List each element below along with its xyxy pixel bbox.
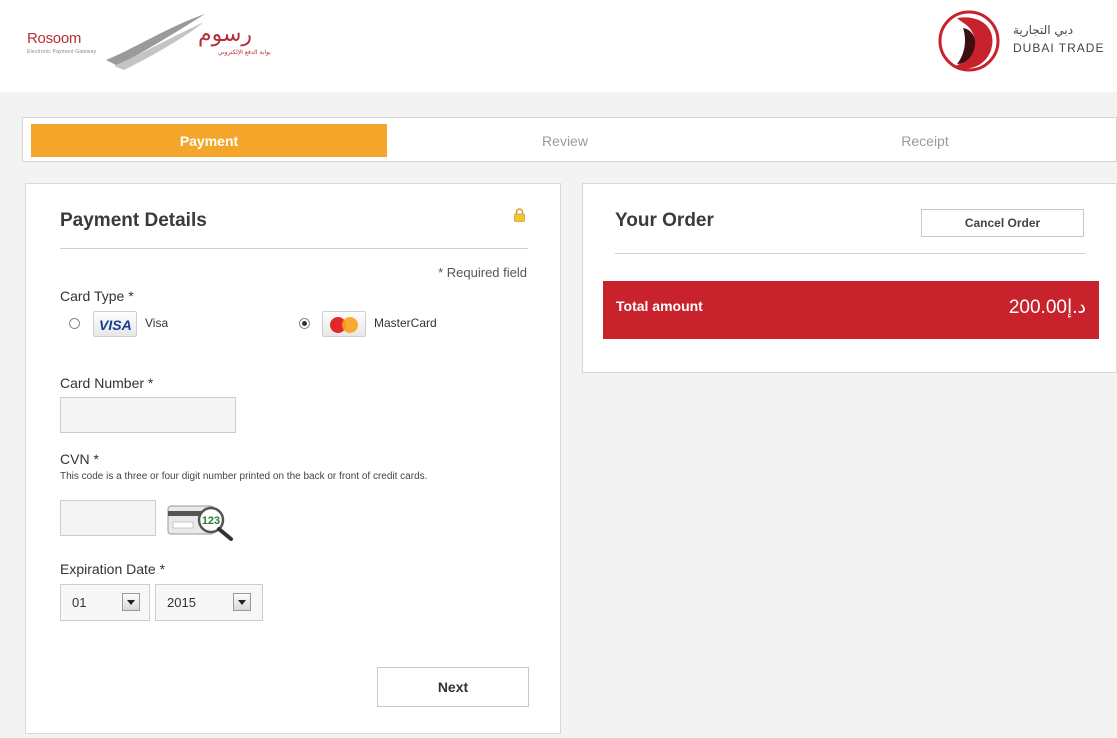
dubai-trade-name-en: DUBAI TRADE [1013, 41, 1105, 55]
required-field-note: * Required field [438, 265, 527, 280]
rosoom-name-en: Rosoom [27, 30, 82, 47]
expiration-date-label: Expiration Date * [60, 561, 166, 577]
card-number-label: Card Number * [60, 375, 154, 391]
mastercard-yellow-circle [342, 317, 358, 333]
total-amount-label: Total amount [616, 298, 703, 314]
cvn-sample-digits: 123 [202, 515, 220, 527]
payment-details-panel: Payment Details * Required field Card Ty… [25, 183, 561, 734]
mastercard-logo-icon [322, 311, 366, 337]
order-title: Your Order [615, 210, 714, 231]
rosoom-name-ar: رسوم [198, 22, 253, 47]
exp-month-select[interactable]: 01 [60, 584, 150, 621]
visa-logo-icon: VISA [93, 311, 137, 337]
cvn-card-magnifier-icon: 123 [167, 505, 233, 541]
dubai-trade-emblem-icon [938, 10, 1000, 72]
visa-badge-text: VISA [99, 317, 132, 333]
step-payment: Payment [31, 124, 387, 157]
order-panel: Your Order Cancel Order Total amount د.إ… [582, 183, 1117, 373]
lock-icon [514, 208, 525, 222]
cvn-label: CVN * [60, 451, 99, 467]
mastercard-label[interactable]: MasterCard [374, 316, 437, 330]
select-arrow-icon[interactable] [233, 593, 251, 611]
next-button[interactable]: Next [377, 667, 529, 707]
exp-year-select[interactable]: 2015 [155, 584, 263, 621]
step-review: Review [542, 132, 588, 149]
rosoom-swoosh-icon [106, 14, 205, 70]
order-divider [615, 253, 1085, 254]
select-arrow-icon[interactable] [122, 593, 140, 611]
visa-radio[interactable] [69, 318, 80, 329]
card-number-input[interactable] [60, 397, 236, 433]
exp-year-value: 2015 [167, 595, 196, 610]
rosoom-logo: Rosoom Electronic Payment Gateway رسوم ب… [22, 8, 282, 78]
rosoom-tagline-ar: بوابة الدفع الإلكتروني [218, 49, 271, 56]
card-type-label: Card Type * [60, 288, 134, 304]
cvn-input[interactable] [60, 500, 156, 536]
page-header: Rosoom Electronic Payment Gateway رسوم ب… [0, 0, 1117, 92]
payment-divider [60, 248, 528, 249]
dubai-trade-logo: دبي التجارية DUBAI TRADE [935, 8, 1117, 74]
payment-details-title: Payment Details [60, 210, 207, 231]
step-receipt: Receipt [901, 132, 949, 149]
dubai-trade-name-ar: دبي التجارية [1013, 23, 1074, 37]
mastercard-radio[interactable] [299, 318, 310, 329]
cvn-help-text: This code is a three or four digit numbe… [60, 471, 428, 482]
cancel-order-button[interactable]: Cancel Order [921, 209, 1084, 237]
visa-label[interactable]: Visa [145, 316, 168, 330]
total-amount-value: د.إ200.00 [1008, 297, 1086, 318]
total-amount-bar: Total amount د.إ200.00 [603, 281, 1099, 339]
exp-month-value: 01 [72, 595, 87, 610]
rosoom-tagline-en: Electronic Payment Gateway [27, 49, 97, 55]
checkout-steps: Payment Review Receipt [22, 117, 1117, 162]
